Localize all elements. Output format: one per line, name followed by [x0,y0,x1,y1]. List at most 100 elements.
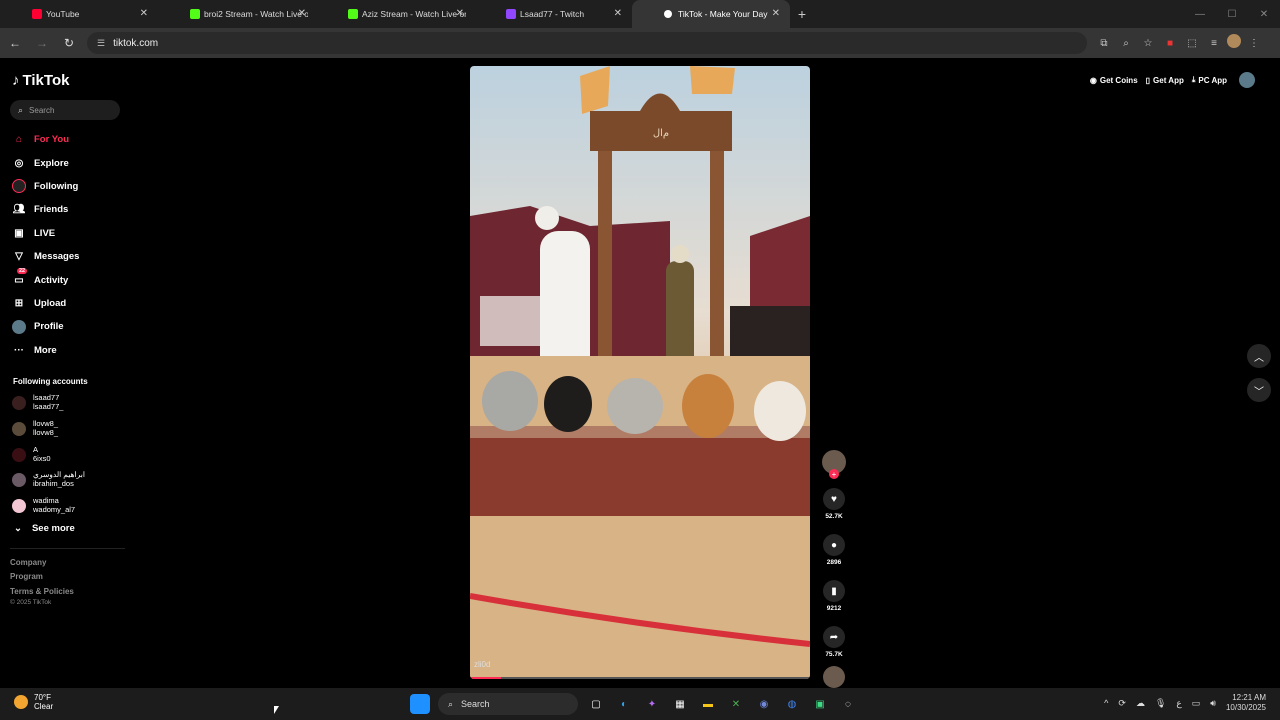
sidebar-item-live[interactable]: ▣ LIVE [12,222,79,245]
reload-icon[interactable]: ↻ [57,31,81,55]
footer-link-company[interactable]: Company [10,558,46,567]
sidebar-item-more[interactable]: ··· More [12,339,79,362]
network-icon[interactable]: ▭ [1192,698,1201,709]
close-icon[interactable]: ✕ [614,8,622,19]
chrome-icon[interactable]: ◍ [782,694,802,714]
account-item[interactable]: llovw8_ llovw8_ [12,419,58,437]
follow-plus-icon[interactable]: + [829,469,839,479]
menu-icon[interactable]: ⋮ [1245,34,1263,52]
button-label: Get App [1153,75,1184,85]
like-button[interactable]: ♥ [823,488,845,510]
tab-youtube[interactable]: YouTube ✕ [0,0,158,28]
share-count: 75.7K [825,651,843,658]
minimize-icon[interactable]: — [1184,0,1216,28]
taskbar-search[interactable]: ⌕ Search [438,693,578,715]
discord-icon[interactable]: ◉ [754,694,774,714]
sidebar-item-activity[interactable]: ▭ 22 Activity [12,268,79,291]
task-view-icon[interactable]: ▢ [586,694,606,714]
extension-badge-icon[interactable]: ■ [1161,34,1179,52]
tab-kick-broi2[interactable]: broi2 Stream - Watch Live on K ✕ [158,0,316,28]
copyright: © 2025 TikTok [10,599,52,606]
weather-condition: Clear [34,702,54,711]
avatar [12,498,26,513]
close-icon[interactable]: ✕ [456,8,464,19]
microphone-icon[interactable]: 🎙︎ [1155,698,1166,709]
language-icon[interactable]: ع [1176,698,1181,709]
see-more-button[interactable]: ⌄ See more [14,523,75,534]
sidebar-item-following[interactable]: Following [12,175,79,198]
phone-icon: ▯ [1145,75,1151,85]
search-input[interactable]: ⌕ Search [10,100,120,120]
maximize-icon[interactable]: ☐ [1216,0,1248,28]
video-player[interactable]: ﻡﺍﻝ zli0d [470,66,810,679]
tab-kick-aziz[interactable]: Aziz Stream - Watch Live on Ki ✕ [316,0,474,28]
account-handle: wadomy_al7 [33,504,76,514]
sound-avatar[interactable] [823,666,845,688]
date: 10/30/2025 [1225,703,1266,712]
video-progress-bar[interactable] [470,677,810,679]
sidebar-item-profile[interactable]: Profile [12,315,79,338]
tab-tiktok[interactable]: TikTok - Make Your Day ✕ [632,0,790,28]
previous-video-button[interactable]: ︿ [1247,344,1271,368]
file-explorer-icon[interactable]: ▬ [698,694,718,714]
install-icon[interactable]: ⧉ [1095,34,1113,52]
close-icon[interactable]: ✕ [298,8,306,19]
account-item[interactable]: lsaad77 lsaad77_ [12,393,63,411]
xbox-icon[interactable]: ✕ [726,694,746,714]
app-icon[interactable]: ▣ [810,694,830,714]
edge-icon[interactable]: ◐ [614,694,634,714]
tab-twitch[interactable]: Lsaad77 - Twitch ✕ [474,0,632,28]
share-button[interactable]: ➦ [823,626,845,648]
new-tab-button[interactable]: + [790,0,814,28]
sidebar-nav: ⌂ For You ◎ Explore Following 👥︎ Friends… [12,128,79,362]
get-coins-button[interactable]: ◉ Get Coins [1090,76,1138,85]
video-watermark: zli0d [474,660,491,669]
footer-link-terms[interactable]: Terms & Policies [10,587,74,596]
coin-icon: ◉ [1089,75,1097,85]
sidebar-item-explore[interactable]: ◎ Explore [12,151,79,174]
reading-list-icon[interactable]: ≡ [1205,34,1223,52]
zoom-icon[interactable]: ⌕ [1117,34,1135,52]
next-video-button[interactable]: ﹀ [1247,378,1271,402]
profile-avatar[interactable] [1227,34,1241,48]
copilot-icon[interactable]: ✦ [642,694,662,714]
taskbar-clock[interactable]: 12:21 AM 10/30/2025 [1226,693,1266,713]
sidebar-item-messages[interactable]: ▽ Messages [12,245,79,268]
chevron-up-icon[interactable]: ^ [1104,698,1108,708]
sidebar-item-for-you[interactable]: ⌂ For You [12,128,79,151]
bookmark-star-icon[interactable]: ☆ [1139,34,1157,52]
volume-icon[interactable]: 🔊︎ [1210,698,1216,709]
sync-icon[interactable]: ⟳ [1118,698,1126,709]
friends-icon: 👥︎ [12,204,26,216]
account-item[interactable]: A 6ixs0 [12,445,51,463]
pc-app-button[interactable]: ⤓ PC App [1192,75,1227,85]
site-info-icon[interactable]: ☰ [97,38,105,49]
weather-widget[interactable]: 70°F Clear [14,693,53,711]
app-icon[interactable]: ◌ [838,694,858,714]
back-icon[interactable]: ← [3,31,27,55]
windows-start-icon[interactable] [410,694,430,714]
sidebar-item-upload[interactable]: ⊞ Upload [12,292,79,315]
comment-button[interactable]: ● [823,534,845,556]
creator-avatar[interactable]: + [822,450,846,479]
extensions-icon[interactable]: ⬚ [1183,34,1201,52]
get-app-button[interactable]: ▯ Get App [1146,76,1184,85]
footer-link-program[interactable]: Program [10,572,43,581]
close-icon[interactable]: ✕ [140,8,148,19]
account-item[interactable]: ابراهيم الدوسري ibrahim_dos [12,470,85,488]
tiktok-logo[interactable]: ♪ TikTok [12,72,69,89]
forward-icon[interactable]: → [30,31,54,55]
sidebar-item-label: Explore [34,157,69,169]
cloud-icon[interactable]: ☁ [1136,698,1145,709]
close-icon[interactable]: ✕ [772,8,780,19]
sidebar-item-friends[interactable]: 👥︎ Friends [12,198,79,221]
search-icon: ⌕ [448,698,454,709]
store-icon[interactable]: ▦ [670,694,690,714]
tiktok-note-icon: ♪ [12,72,20,89]
close-window-icon[interactable]: ✕ [1248,0,1280,28]
search-icon: ⌕ [18,104,24,115]
address-bar[interactable]: ☰ tiktok.com [87,32,1087,54]
account-item[interactable]: wadima wadomy_al7 [12,496,76,514]
save-button[interactable]: ▮ [823,580,845,602]
user-avatar[interactable] [1239,72,1255,88]
